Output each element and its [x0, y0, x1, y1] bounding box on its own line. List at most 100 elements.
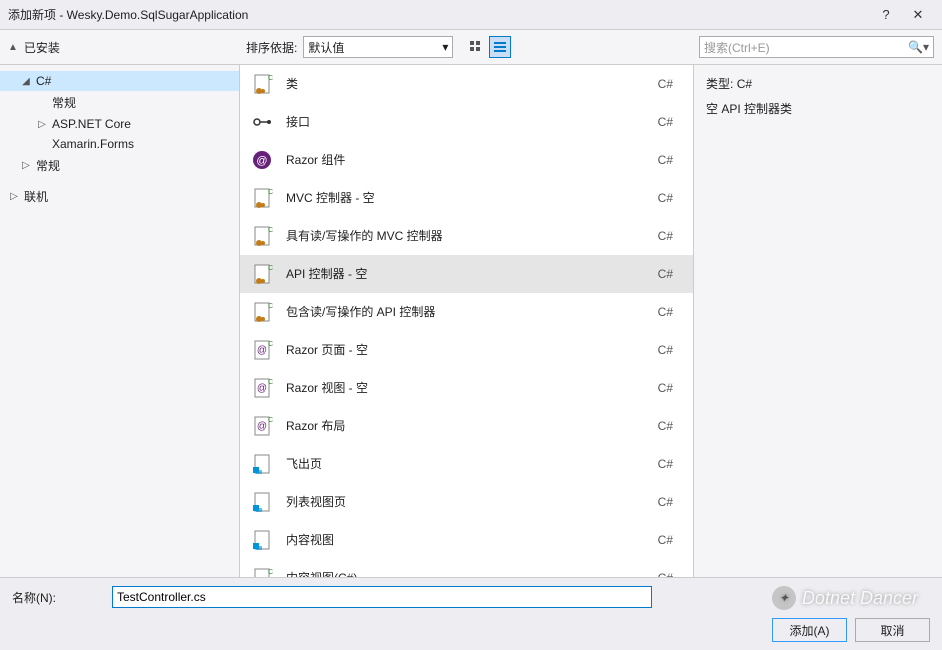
toolbar-mid: 排序依据: 默认值 ▾: [246, 36, 511, 58]
template-icon: C#: [250, 262, 274, 286]
sort-dropdown[interactable]: 默认值 ▾: [303, 36, 453, 58]
collapse-icon[interactable]: ▲: [8, 42, 18, 53]
template-lang: C#: [658, 533, 683, 547]
template-icon: C#: [250, 224, 274, 248]
template-icon: [250, 452, 274, 476]
template-name: Razor 页面 - 空: [286, 341, 646, 358]
installed-label: 已安装: [24, 39, 60, 56]
svg-text:C#: C#: [268, 75, 273, 82]
svg-text:C#: C#: [268, 569, 273, 576]
template-icon: @C#: [250, 376, 274, 400]
template-item[interactable]: 接口 C#: [240, 103, 693, 141]
view-list-button[interactable]: [489, 36, 511, 58]
window-title: 添加新项 - Wesky.Demo.SqlSugarApplication: [8, 6, 870, 23]
svg-text:C#: C#: [268, 417, 273, 424]
template-lang: C#: [658, 229, 683, 243]
template-icon: [250, 528, 274, 552]
template-lang: C#: [658, 419, 683, 433]
sidebar-item-label: C#: [36, 74, 51, 88]
sidebar-item-label: 常规: [52, 94, 76, 111]
template-item[interactable]: @C#Razor 页面 - 空C#: [240, 331, 693, 369]
template-lang: C#: [658, 153, 683, 167]
sidebar-item-xamarin[interactable]: Xamarin.Forms: [0, 134, 239, 154]
template-lang: C#: [658, 267, 683, 281]
template-lang: C#: [658, 305, 683, 319]
detail-type-label: 类型:: [706, 77, 733, 91]
button-row: 添加(A) 取消: [12, 618, 930, 642]
template-list[interactable]: C#类C#接口C#@Razor 组件C#C#MVC 控制器 - 空C#C#具有读…: [240, 65, 694, 577]
sidebar-item-online[interactable]: ▷ 联机: [0, 185, 239, 208]
toolbar-left: ▲ 已安装: [8, 39, 240, 56]
search-icon: 🔍▾: [908, 40, 929, 54]
template-icon: [250, 490, 274, 514]
template-lang: C#: [658, 495, 683, 509]
template-lang: C#: [658, 457, 683, 471]
template-name: 包含读/写操作的 API 控制器: [286, 303, 646, 320]
template-name: API 控制器 - 空: [286, 265, 646, 282]
detail-type-value: C#: [737, 77, 752, 91]
template-item[interactable]: C# 类 C#: [240, 65, 693, 103]
template-icon: C#: [250, 566, 274, 578]
titlebar: 添加新项 - Wesky.Demo.SqlSugarApplication ? …: [0, 0, 942, 30]
template-name: Razor 视图 - 空: [286, 379, 646, 396]
svg-text:C#: C#: [268, 189, 273, 196]
template-lang: C#: [658, 381, 683, 395]
template-lang: C#: [658, 77, 683, 91]
sidebar-item-csharp[interactable]: ◢ C#: [0, 71, 239, 91]
template-item[interactable]: C#MVC 控制器 - 空C#: [240, 179, 693, 217]
name-label: 名称(N):: [12, 589, 102, 606]
sidebar-item-general2[interactable]: ▷ 常规: [0, 154, 239, 177]
help-button[interactable]: ?: [870, 7, 902, 22]
template-name: 列表视图页: [286, 493, 646, 510]
template-item[interactable]: @C#Razor 布局C#: [240, 407, 693, 445]
template-name: 类: [286, 75, 646, 92]
svg-text:C#: C#: [268, 227, 273, 234]
template-item[interactable]: C#内容视图(C#)C#: [240, 559, 693, 577]
sidebar-item-aspnetcore[interactable]: ▷ ASP.NET Core: [0, 114, 239, 134]
svg-text:@: @: [257, 421, 267, 432]
view-grid-button[interactable]: [465, 36, 487, 58]
svg-text:@: @: [257, 345, 267, 356]
bottom-bar: 名称(N): 添加(A) 取消: [0, 577, 942, 650]
template-item[interactable]: C# 包含读/写操作的 API 控制器 C#: [240, 293, 693, 331]
svg-text:C#: C#: [268, 379, 273, 386]
sidebar: ◢ C# 常规 ▷ ASP.NET Core Xamarin.Forms ▷ 常…: [0, 65, 240, 577]
template-lang: C#: [658, 343, 683, 357]
template-icon: @C#: [250, 414, 274, 438]
template-item[interactable]: 列表视图页 C#: [240, 483, 693, 521]
template-icon: @: [250, 148, 274, 172]
name-input[interactable]: [112, 586, 652, 608]
template-item[interactable]: 飞出页C#: [240, 445, 693, 483]
view-buttons: [465, 36, 511, 58]
template-item[interactable]: 内容视图 C#: [240, 521, 693, 559]
detail-description: 空 API 控制器类: [706, 100, 930, 117]
toolbar: ▲ 已安装 排序依据: 默认值 ▾ 搜索(Ctrl+E) 🔍▾: [0, 30, 942, 65]
template-item[interactable]: @C#Razor 视图 - 空C#: [240, 369, 693, 407]
template-icon: C#: [250, 186, 274, 210]
template-item[interactable]: C# 具有读/写操作的 MVC 控制器 C#: [240, 217, 693, 255]
details-panel: 类型: C# 空 API 控制器类: [694, 65, 942, 577]
template-item[interactable]: C# API 控制器 - 空 C#: [240, 255, 693, 293]
svg-text:@: @: [256, 155, 267, 167]
template-name: 接口: [286, 113, 646, 130]
template-icon: C#: [250, 72, 274, 96]
search-input[interactable]: 搜索(Ctrl+E) 🔍▾: [699, 36, 934, 58]
add-button[interactable]: 添加(A): [772, 618, 847, 642]
chevron-down-icon: ▾: [442, 40, 448, 54]
template-item[interactable]: @Razor 组件C#: [240, 141, 693, 179]
sort-value: 默认值: [308, 39, 344, 56]
template-name: 内容视图(C#): [286, 569, 646, 577]
cancel-button[interactable]: 取消: [855, 618, 930, 642]
template-name: Razor 布局: [286, 417, 646, 434]
close-button[interactable]: ✕: [902, 7, 934, 23]
sidebar-item-general[interactable]: 常规: [0, 91, 239, 114]
chevron-right-icon: ▷: [36, 119, 48, 130]
template-lang: C#: [658, 115, 683, 129]
template-name: 具有读/写操作的 MVC 控制器: [286, 227, 646, 244]
chevron-right-icon: ▷: [20, 160, 32, 171]
svg-text:@: @: [257, 383, 267, 394]
chevron-right-icon: ▷: [8, 191, 20, 202]
template-icon: C#: [250, 300, 274, 324]
template-name: 内容视图: [286, 531, 646, 548]
template-lang: C#: [658, 191, 683, 205]
